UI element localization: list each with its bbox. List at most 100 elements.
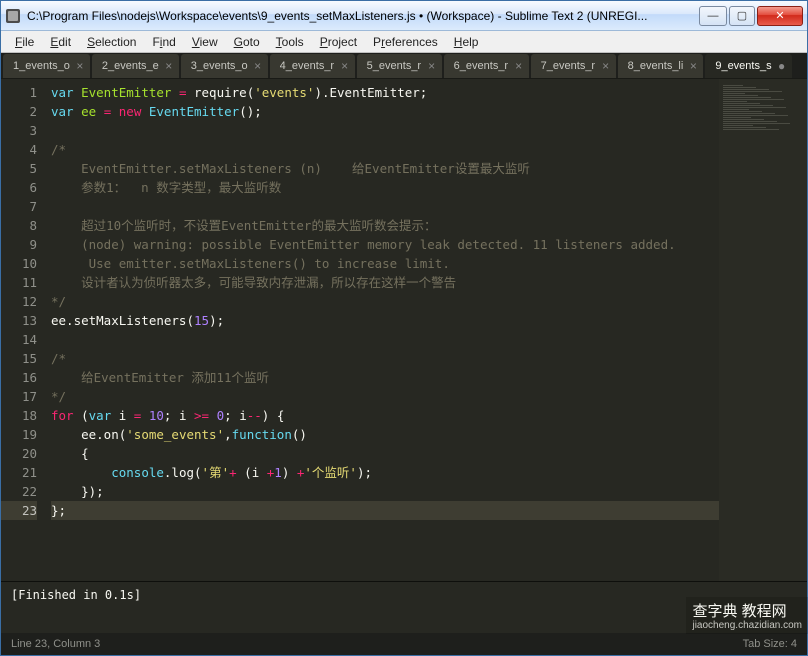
tab-close-icon[interactable]: × — [74, 59, 86, 73]
line-number: 11 — [1, 273, 37, 292]
tab-5_events_r[interactable]: 5_events_r × — [357, 54, 442, 78]
line-number: 5 — [1, 159, 37, 178]
menu-tools[interactable]: Tools — [268, 33, 312, 51]
tab-modified-icon[interactable]: ● — [776, 59, 788, 73]
tab-4_events_r[interactable]: 4_events_r × — [270, 54, 355, 78]
code-line[interactable]: }; — [51, 501, 719, 520]
application-window: C:\Program Files\nodejs\Workspace\events… — [0, 0, 808, 656]
tab-label: 5_events_r — [367, 60, 422, 72]
status-tab-size[interactable]: Tab Size: 4 — [743, 638, 797, 650]
menu-find[interactable]: Find — [144, 33, 183, 51]
titlebar[interactable]: C:\Program Files\nodejs\Workspace\events… — [1, 1, 807, 31]
minimize-button[interactable]: — — [699, 6, 727, 26]
tab-close-icon[interactable]: × — [513, 59, 525, 73]
statusbar: Line 23, Column 3 Tab Size: 4 — [1, 633, 807, 655]
tab-label: 3_events_o — [191, 60, 248, 72]
code-line[interactable]: EventEmitter.setMaxListeners (n) 给EventE… — [51, 159, 719, 178]
status-cursor-position[interactable]: Line 23, Column 3 — [11, 638, 100, 650]
menu-goto[interactable]: Goto — [226, 33, 268, 51]
code-line[interactable]: /* — [51, 140, 719, 159]
menu-help[interactable]: Help — [446, 33, 487, 51]
code-line[interactable]: }); — [51, 482, 719, 501]
code-line[interactable]: 给EventEmitter 添加11个监听 — [51, 368, 719, 387]
tabbar: 1_events_o×2_events_e×3_events_o×4_event… — [1, 53, 807, 79]
code-line[interactable]: */ — [51, 292, 719, 311]
tab-7_events_r[interactable]: 7_events_r × — [531, 54, 616, 78]
code-line[interactable]: console.log('第'+ (i +1) +'个监听'); — [51, 463, 719, 482]
tab-close-icon[interactable]: × — [252, 59, 264, 73]
maximize-button[interactable]: ▢ — [729, 6, 755, 26]
tab-2_events_e[interactable]: 2_events_e × — [92, 54, 179, 78]
tab-label: 1_events_o — [13, 60, 70, 72]
code-line[interactable]: */ — [51, 387, 719, 406]
tab-close-icon[interactable]: × — [687, 59, 699, 73]
line-number: 18 — [1, 406, 37, 425]
tab-close-icon[interactable]: × — [163, 59, 175, 73]
build-output-text: [Finished in 0.1s] — [11, 588, 141, 602]
menu-selection[interactable]: Selection — [79, 33, 144, 51]
line-number-gutter: 1234567891011121314151617181920212223 — [1, 79, 45, 581]
window-buttons: — ▢ ✕ — [697, 6, 803, 26]
watermark: 查字典 教程网 jiaocheng.chazidian.com — [686, 597, 808, 634]
line-number: 14 — [1, 330, 37, 349]
tab-close-icon[interactable]: × — [600, 59, 612, 73]
minimap[interactable] — [719, 79, 807, 581]
menu-preferences[interactable]: Preferences — [365, 33, 446, 51]
line-number: 1 — [1, 83, 37, 102]
line-number: 9 — [1, 235, 37, 254]
app-icon — [5, 8, 21, 24]
line-number: 4 — [1, 140, 37, 159]
code-line[interactable] — [51, 330, 719, 349]
tab-label: 6_events_r — [454, 60, 509, 72]
code-line[interactable]: ee.on('some_events',function() — [51, 425, 719, 444]
tab-1_events_o[interactable]: 1_events_o × — [3, 54, 90, 78]
code-line[interactable]: 超过10个监听时，不设置EventEmitter的最大监听数会提示： — [51, 216, 719, 235]
window-title: C:\Program Files\nodejs\Workspace\events… — [27, 9, 697, 23]
code-line[interactable]: /* — [51, 349, 719, 368]
line-number: 12 — [1, 292, 37, 311]
line-number: 3 — [1, 121, 37, 140]
tab-label: 4_events_r — [280, 60, 335, 72]
tab-9_events_s[interactable]: 9_events_s ● — [705, 54, 791, 78]
menu-view[interactable]: View — [184, 33, 226, 51]
code-line[interactable]: ee.setMaxListeners(15); — [51, 311, 719, 330]
line-number: 7 — [1, 197, 37, 216]
tab-label: 9_events_s — [715, 60, 771, 72]
menu-project[interactable]: Project — [312, 33, 365, 51]
tab-8_events_li[interactable]: 8_events_li× — [618, 54, 704, 78]
code-line[interactable]: Use emitter.setMaxListeners() to increas… — [51, 254, 719, 273]
code-editor[interactable]: var EventEmitter = require('events').Eve… — [45, 79, 719, 581]
line-number: 19 — [1, 425, 37, 444]
line-number: 16 — [1, 368, 37, 387]
tab-close-icon[interactable]: × — [426, 59, 438, 73]
line-number: 17 — [1, 387, 37, 406]
line-number: 2 — [1, 102, 37, 121]
tab-label: 2_events_e — [102, 60, 159, 72]
line-number: 23 — [1, 501, 37, 520]
tab-6_events_r[interactable]: 6_events_r × — [444, 54, 529, 78]
line-number: 15 — [1, 349, 37, 368]
line-number: 6 — [1, 178, 37, 197]
code-line[interactable] — [51, 197, 719, 216]
tab-label: 8_events_li — [628, 60, 684, 72]
menu-edit[interactable]: Edit — [42, 33, 79, 51]
code-line[interactable]: 参数1： n 数字类型，最大监听数 — [51, 178, 719, 197]
tab-close-icon[interactable]: × — [339, 59, 351, 73]
code-line[interactable] — [51, 121, 719, 140]
code-line[interactable]: var EventEmitter = require('events').Eve… — [51, 83, 719, 102]
line-number: 22 — [1, 482, 37, 501]
code-line[interactable]: for (var i = 10; i >= 0; i--) { — [51, 406, 719, 425]
code-line[interactable]: (node) warning: possible EventEmitter me… — [51, 235, 719, 254]
code-line[interactable]: 设计者认为侦听器太多，可能导致内存泄漏，所以存在这样一个警告 — [51, 273, 719, 292]
tab-label: 7_events_r — [541, 60, 596, 72]
tab-3_events_o[interactable]: 3_events_o × — [181, 54, 268, 78]
close-button[interactable]: ✕ — [757, 6, 803, 26]
editor-area: 1234567891011121314151617181920212223 va… — [1, 79, 807, 581]
menubar: File Edit Selection Find View Goto Tools… — [1, 31, 807, 53]
line-number: 13 — [1, 311, 37, 330]
line-number: 8 — [1, 216, 37, 235]
code-line[interactable]: { — [51, 444, 719, 463]
code-line[interactable]: var ee = new EventEmitter(); — [51, 102, 719, 121]
menu-file[interactable]: File — [7, 33, 42, 51]
line-number: 10 — [1, 254, 37, 273]
